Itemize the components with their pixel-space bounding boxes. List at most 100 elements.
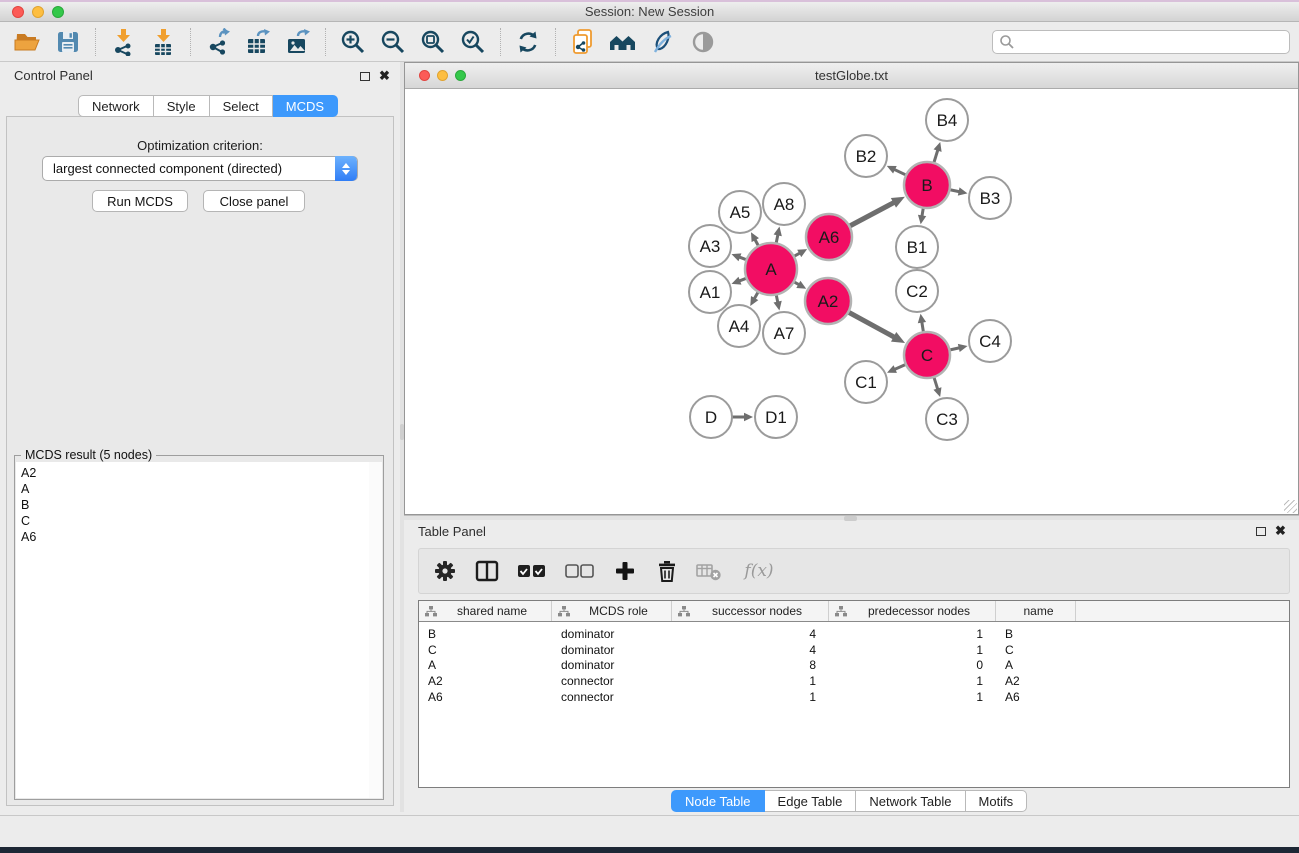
mcds-result-scrollbar[interactable]: [369, 462, 382, 798]
table-cell[interactable]: 1: [829, 690, 996, 704]
graph-node-D[interactable]: D: [690, 396, 732, 438]
network-canvas[interactable]: AA1A2A3A4A5A6A7A8BB1B2B3B4CC1C2C3C4DD1: [405, 89, 1298, 514]
graph-node-A2[interactable]: A2: [805, 278, 851, 324]
tab-network-table[interactable]: Network Table: [856, 790, 965, 812]
graph-node-B[interactable]: B: [904, 162, 950, 208]
table-row[interactable]: A6connector11A6: [419, 689, 1289, 705]
node-table-body[interactable]: Bdominator41BCdominator41CAdominator80AA…: [419, 622, 1289, 705]
tab-network[interactable]: Network: [78, 95, 154, 117]
title-bar[interactable]: Session: New Session: [0, 0, 1299, 22]
table-cell[interactable]: 1: [829, 627, 996, 641]
horizontal-split-grip[interactable]: [844, 516, 857, 521]
tab-mcds[interactable]: MCDS: [273, 95, 338, 117]
delete-column-button[interactable]: [653, 556, 681, 586]
table-cell[interactable]: B: [419, 627, 552, 641]
delete-table-button[interactable]: [695, 556, 723, 586]
table-settings-button[interactable]: [431, 556, 459, 586]
graph-node-A4[interactable]: A4: [718, 305, 760, 347]
column-header-name[interactable]: name: [996, 601, 1076, 621]
zoom-fit-button[interactable]: [413, 25, 453, 59]
search-input[interactable]: [1015, 32, 1289, 52]
close-window-button[interactable]: [12, 6, 24, 18]
import-table-button[interactable]: [143, 25, 183, 59]
table-cell[interactable]: B: [996, 627, 1076, 641]
table-cell[interactable]: A2: [419, 674, 552, 688]
save-session-button[interactable]: [48, 25, 88, 59]
column-header-mcds-role[interactable]: MCDS role: [552, 601, 672, 621]
tab-motifs[interactable]: Motifs: [966, 790, 1028, 812]
tab-style[interactable]: Style: [154, 95, 210, 117]
show-hide-button[interactable]: [683, 25, 723, 59]
zoom-out-button[interactable]: [373, 25, 413, 59]
export-image-button[interactable]: [278, 25, 318, 59]
close-panel-icon[interactable]: ✖: [1275, 526, 1286, 536]
network-window-titlebar[interactable]: testGlobe.txt: [405, 63, 1298, 89]
deselect-all-button[interactable]: [563, 556, 597, 586]
tab-edge-table[interactable]: Edge Table: [765, 790, 857, 812]
add-column-button[interactable]: [611, 556, 639, 586]
table-cell[interactable]: A: [996, 658, 1076, 672]
run-mcds-button[interactable]: Run MCDS: [92, 190, 188, 212]
graph-node-A3[interactable]: A3: [689, 225, 731, 267]
column-view-button[interactable]: [473, 556, 501, 586]
table-cell[interactable]: 1: [672, 690, 829, 704]
dropdown-stepper[interactable]: [335, 156, 357, 181]
mcds-result-item[interactable]: B: [16, 497, 369, 513]
graph-node-B2[interactable]: B2: [845, 135, 887, 177]
export-network-button[interactable]: [198, 25, 238, 59]
tab-select[interactable]: Select: [210, 95, 273, 117]
import-network-button[interactable]: [103, 25, 143, 59]
network-zoom-button[interactable]: [455, 70, 466, 81]
paint-style-button[interactable]: [643, 25, 683, 59]
close-panel-icon[interactable]: ✖: [379, 71, 390, 81]
export-table-button[interactable]: [238, 25, 278, 59]
graph-node-C3[interactable]: C3: [926, 398, 968, 440]
graph-node-B4[interactable]: B4: [926, 99, 968, 141]
zoom-window-button[interactable]: [52, 6, 64, 18]
table-row[interactable]: Adominator80A: [419, 658, 1289, 674]
graph-node-A5[interactable]: A5: [719, 191, 761, 233]
minimize-window-button[interactable]: [32, 6, 44, 18]
table-cell[interactable]: dominator: [552, 643, 672, 657]
open-session-button[interactable]: [8, 25, 48, 59]
mcds-result-item[interactable]: A: [16, 481, 369, 497]
graph-node-A[interactable]: A: [745, 243, 797, 295]
optimization-criterion-dropdown[interactable]: largest connected component (directed): [42, 156, 358, 181]
table-cell[interactable]: A2: [996, 674, 1076, 688]
mcds-result-item[interactable]: A6: [16, 529, 369, 545]
table-cell[interactable]: A6: [996, 690, 1076, 704]
table-row[interactable]: A2connector11A2: [419, 673, 1289, 689]
select-all-button[interactable]: [515, 556, 549, 586]
table-cell[interactable]: A: [419, 658, 552, 672]
column-header-shared-name[interactable]: shared name: [419, 601, 552, 621]
table-cell[interactable]: dominator: [552, 627, 672, 641]
graph-node-D1[interactable]: D1: [755, 396, 797, 438]
home-layouts-button[interactable]: [603, 25, 643, 59]
table-cell[interactable]: dominator: [552, 658, 672, 672]
table-cell[interactable]: A6: [419, 690, 552, 704]
table-cell[interactable]: 4: [672, 643, 829, 657]
close-panel-button[interactable]: Close panel: [203, 190, 305, 212]
table-cell[interactable]: C: [996, 643, 1076, 657]
table-cell[interactable]: connector: [552, 674, 672, 688]
graph-node-A8[interactable]: A8: [763, 183, 805, 225]
float-panel-icon[interactable]: [360, 72, 370, 81]
search-field[interactable]: [992, 30, 1290, 54]
graph-node-B3[interactable]: B3: [969, 177, 1011, 219]
network-window-controls[interactable]: [419, 70, 466, 81]
table-row[interactable]: Bdominator41B: [419, 626, 1289, 642]
table-cell[interactable]: 0: [829, 658, 996, 672]
window-controls[interactable]: [12, 6, 64, 18]
graph-node-C4[interactable]: C4: [969, 320, 1011, 362]
zoom-in-button[interactable]: [333, 25, 373, 59]
network-close-button[interactable]: [419, 70, 430, 81]
graph-node-A7[interactable]: A7: [763, 312, 805, 354]
function-builder-button[interactable]: f(x): [737, 556, 781, 586]
table-cell[interactable]: 4: [672, 627, 829, 641]
tab-node-table[interactable]: Node Table: [671, 790, 765, 812]
graph-node-C[interactable]: C: [904, 332, 950, 378]
graph-node-A1[interactable]: A1: [689, 271, 731, 313]
column-header-successor-nodes[interactable]: successor nodes: [672, 601, 829, 621]
network-minimize-button[interactable]: [437, 70, 448, 81]
mcds-result-list[interactable]: A2ABCA6: [16, 462, 370, 798]
